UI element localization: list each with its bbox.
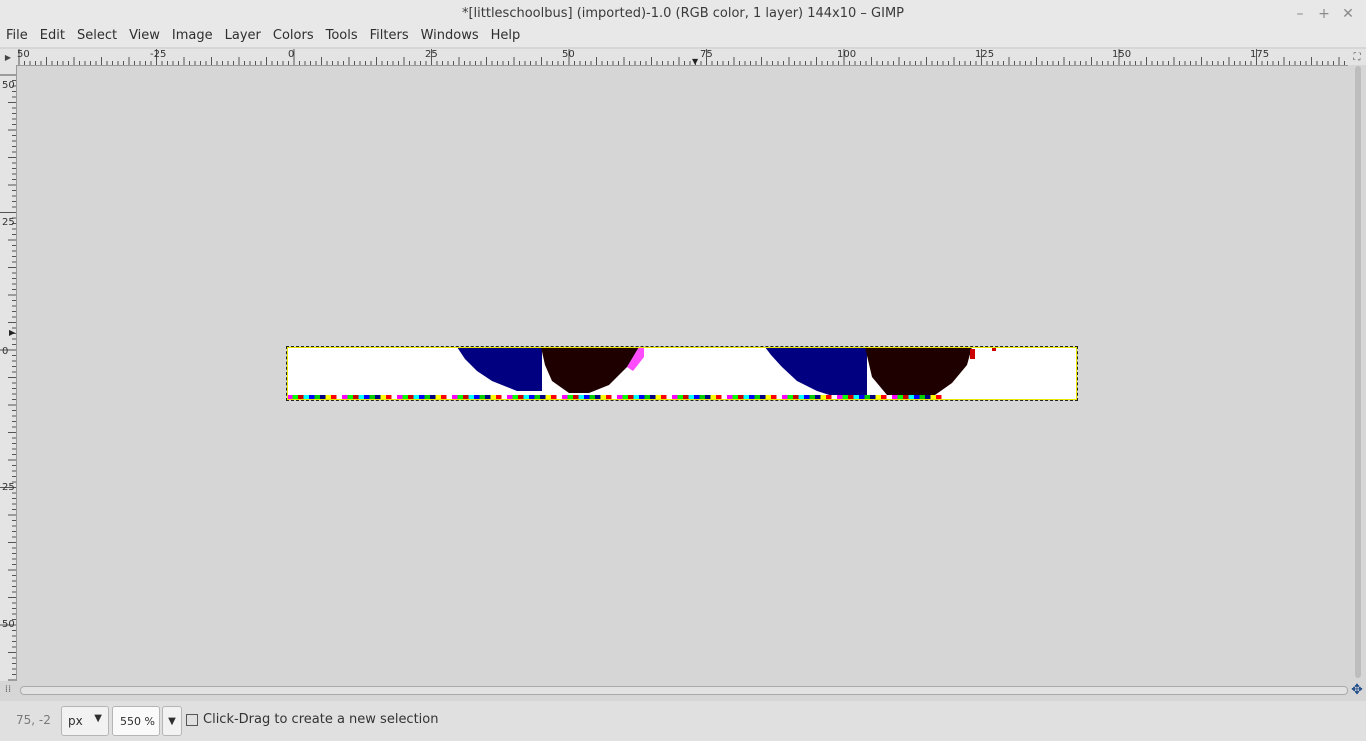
hruler-label: 50 [562,49,575,60]
menu-tools[interactable]: Tools [320,27,364,47]
hruler-label: 50 [17,49,30,60]
navigate-icon[interactable]: ✥ [1350,683,1364,697]
horizontal-scroll-thumb[interactable] [20,686,1348,695]
vruler-label: 25 [2,482,15,493]
chevron-down-icon: ▼ [168,715,176,727]
vruler-label: 50 [2,80,15,91]
minimize-button[interactable]: – [1290,4,1310,24]
menu-edit[interactable]: Edit [34,27,71,47]
menu-image[interactable]: Image [166,27,219,47]
image-layer [287,347,1077,400]
title-bar: *[littleschoolbus] (imported)-1.0 (RGB c… [0,0,1366,27]
horizontal-ruler-ticks [18,49,1345,65]
zoom-fit-icon[interactable]: ⛶ [1348,49,1366,65]
hruler-label: 25 [425,49,438,60]
checkbox-icon [186,713,198,726]
maximize-button[interactable]: + [1314,4,1334,24]
status-bar: 75, -2 px ▼ 550 % ▼ Click-Drag to create… [0,701,1366,741]
menu-help[interactable]: Help [485,27,527,47]
zoom-input[interactable]: 550 % [112,706,160,736]
close-button[interactable]: ✕ [1338,4,1358,24]
menu-colors[interactable]: Colors [267,27,320,47]
menu-bar: File Edit Select View Image Layer Colors… [0,27,1366,47]
menu-select[interactable]: Select [71,27,123,47]
menu-view[interactable]: View [123,27,166,47]
quick-mask-icon[interactable]: ⁞⁞ [0,684,16,698]
status-message: Click-Drag to create a new selection [186,712,439,727]
horizontal-ruler: 50 -25 0 25 50 75 100 125 150 175 ▼ [16,49,1348,66]
pointer-coordinates: 75, -2 [16,713,51,727]
vertical-scrollbar[interactable] [1352,66,1364,682]
zoom-dropdown-button[interactable]: ▼ [162,706,182,736]
unit-value: px [68,714,83,728]
hruler-label: 100 [837,49,857,60]
hruler-label: 75 [700,49,713,60]
pointer-marker-icon: ▼ [692,57,699,66]
menu-layer[interactable]: Layer [219,27,267,47]
zoom-value: 550 % [120,715,155,728]
hruler-label: 175 [1250,49,1270,60]
vertical-ruler-ticks [0,74,16,681]
vertical-scroll-thumb[interactable] [1355,66,1361,678]
menu-filters[interactable]: Filters [364,27,415,47]
hruler-label: 150 [1112,49,1132,60]
ruler-corner-menu-icon[interactable]: ▶ [0,49,16,65]
hruler-label: -25 [150,49,167,60]
vruler-label: 50 [2,619,15,630]
menu-windows[interactable]: Windows [415,27,485,47]
menu-file[interactable]: File [0,27,34,47]
horizontal-scrollbar[interactable] [18,684,1348,696]
vertical-ruler: 50 25 0 25 50 ▶ [0,65,17,681]
image-pixels [287,347,996,400]
chevron-down-icon: ▼ [94,713,102,724]
hruler-label: 0 [288,49,295,60]
vruler-label: 25 [2,217,15,228]
status-message-text: Click-Drag to create a new selection [203,712,439,727]
pointer-marker-icon: ▶ [9,328,16,337]
vruler-label: 0 [2,346,9,357]
unit-select[interactable]: px ▼ [61,706,109,736]
window-title: *[littleschoolbus] (imported)-1.0 (RGB c… [461,6,905,21]
image-canvas[interactable] [17,66,1348,681]
hruler-label: 125 [975,49,995,60]
